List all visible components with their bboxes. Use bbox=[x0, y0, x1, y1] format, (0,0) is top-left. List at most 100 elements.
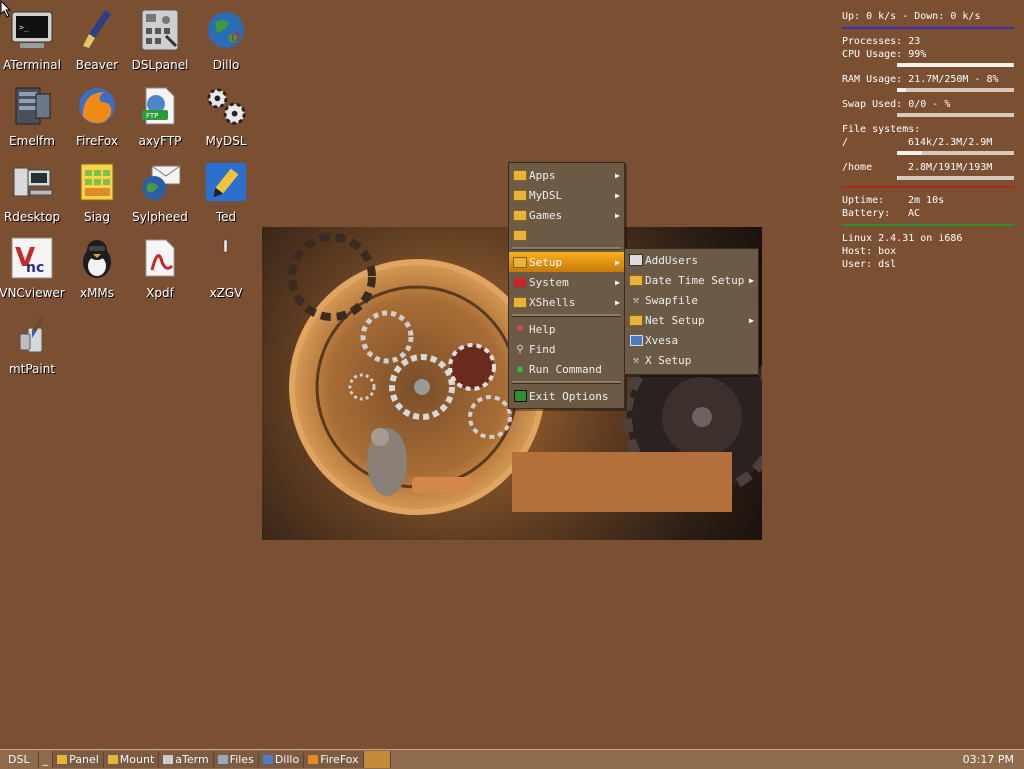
fs-divider bbox=[842, 186, 1014, 188]
submenu-arrow-icon: ▶ bbox=[615, 257, 620, 267]
submenu-item-net-setup[interactable]: Net Setup ▶ bbox=[625, 310, 758, 330]
battery-label: Battery: bbox=[842, 208, 891, 219]
files-icon bbox=[217, 755, 228, 764]
menu-item-apps[interactable]: Apps ▶ bbox=[509, 165, 624, 185]
desktop-icon-dillo[interactable]: d Dillo bbox=[188, 2, 264, 76]
submenu-arrow-icon: ▶ bbox=[615, 277, 620, 287]
svg-text:FTP: FTP bbox=[146, 112, 158, 120]
desktop-icon-mtpaint[interactable]: mtPaint bbox=[0, 306, 70, 380]
user-info: User: dsl bbox=[842, 259, 897, 270]
folder-icon bbox=[629, 314, 643, 326]
task-aterm[interactable]: aTerm bbox=[159, 751, 214, 768]
menu-item-games[interactable]: Games ▶ bbox=[509, 205, 624, 225]
desktop-icon-dslpanel[interactable]: DSLpanel bbox=[122, 2, 198, 76]
menu-separator bbox=[512, 314, 621, 317]
net-divider bbox=[842, 27, 1014, 29]
folder-icon bbox=[629, 274, 643, 286]
exit-icon bbox=[513, 390, 527, 402]
fs-home-label: /home bbox=[842, 162, 873, 173]
task-panel[interactable]: Panel bbox=[53, 751, 104, 768]
fs-home-value: 2.8M/191M/193M bbox=[908, 162, 993, 173]
pdf-icon bbox=[138, 236, 182, 280]
folder-icon bbox=[513, 229, 527, 241]
pager[interactable] bbox=[363, 751, 391, 768]
minimize-button[interactable]: _ bbox=[39, 751, 54, 768]
submenu-arrow-icon: ▶ bbox=[615, 297, 620, 307]
terminal-icon bbox=[163, 755, 174, 764]
monitor-icon bbox=[629, 334, 643, 346]
gears-icon bbox=[204, 84, 248, 128]
svg-text:nc: nc bbox=[26, 260, 44, 276]
firefox-icon bbox=[308, 755, 319, 764]
task-firefox[interactable]: FireFox bbox=[304, 751, 364, 768]
uptime-value: 2m 10s bbox=[908, 195, 945, 206]
folder-icon bbox=[513, 256, 527, 268]
network-speed: Up: 0 k/s - Down: 0 k/s bbox=[842, 11, 981, 22]
fs-root-label: / bbox=[842, 137, 849, 148]
mail-icon bbox=[138, 160, 182, 204]
remote-desktop-icon bbox=[10, 160, 54, 204]
info-divider bbox=[842, 224, 1014, 226]
submenu-arrow-icon: ▶ bbox=[749, 315, 754, 325]
submenu-item-xvesa[interactable]: Xvesa bbox=[625, 330, 758, 350]
control-panel-icon bbox=[138, 8, 182, 52]
submenu-item-addusers[interactable]: AddUsers bbox=[625, 250, 758, 270]
svg-text:>_: >_ bbox=[19, 23, 29, 32]
kernel-info: Linux 2.4.31 on i686 bbox=[842, 233, 963, 244]
desktop-icon-axyftp[interactable]: FTP axyFTP bbox=[122, 78, 198, 152]
submenu-item-swapfile[interactable]: ⚒ Swapfile bbox=[625, 290, 758, 310]
desktop-icon-mydsl[interactable]: MyDSL bbox=[188, 78, 264, 152]
svg-text:d: d bbox=[231, 29, 240, 45]
users-icon bbox=[629, 254, 643, 266]
cpu-usage: CPU Usage: 99% bbox=[842, 49, 927, 60]
submenu-item-date-time-setup[interactable]: Date Time Setup ▶ bbox=[625, 270, 758, 290]
menu-item-system[interactable]: System ▶ bbox=[509, 272, 624, 292]
penguin-icon bbox=[75, 236, 119, 280]
mount-icon bbox=[107, 755, 118, 764]
root-menu: Apps ▶ MyDSL ▶ Games ▶ Setup ▶ System ▶ XShel… bbox=[508, 162, 625, 409]
file-manager-icon bbox=[10, 84, 54, 128]
swap-usage: Swap Used: 0/0 - % bbox=[842, 99, 951, 110]
task-mount[interactable]: Mount bbox=[103, 751, 160, 768]
desktop-icon-ted[interactable]: Ted bbox=[188, 154, 264, 228]
folder-icon bbox=[513, 169, 527, 181]
processes-count: Processes: 23 bbox=[842, 36, 921, 47]
panel-icon bbox=[57, 755, 68, 764]
menu-item-setup[interactable]: Setup ▶ bbox=[509, 252, 624, 272]
ftp-icon: FTP bbox=[138, 84, 182, 128]
submenu-item-x-setup[interactable]: ⚒ X Setup bbox=[625, 350, 758, 370]
paintbrush-icon bbox=[75, 8, 119, 52]
paint-icon bbox=[10, 312, 54, 356]
find-icon: ⚲ bbox=[516, 343, 524, 355]
tool-icon: ⚒ bbox=[632, 294, 640, 306]
swap-usage-bar bbox=[897, 113, 1014, 117]
firefox-icon bbox=[75, 84, 119, 128]
uptime-label: Uptime: bbox=[842, 195, 885, 206]
desktop-icon-sylpheed[interactable]: Sylpheed bbox=[122, 154, 198, 228]
start-button[interactable]: DSL bbox=[0, 751, 39, 768]
clock: 03:17 PM bbox=[962, 753, 1014, 766]
menu-item-help[interactable]: ♥ Help bbox=[509, 319, 624, 339]
spreadsheet-icon bbox=[75, 160, 119, 204]
submenu-arrow-icon: ▶ bbox=[749, 275, 754, 285]
folder-icon bbox=[513, 189, 527, 201]
folder-icon bbox=[513, 296, 527, 308]
menu-item-exit-options[interactable]: Exit Options bbox=[509, 386, 624, 406]
menu-item-blank[interactable] bbox=[509, 225, 624, 245]
filesystems-title: File systems: bbox=[842, 124, 921, 135]
menu-item-find[interactable]: ⚲ Find bbox=[509, 339, 624, 359]
run-icon: ● bbox=[516, 363, 524, 375]
menu-item-run-command[interactable]: ● Run Command bbox=[509, 359, 624, 379]
submenu-arrow-icon: ▶ bbox=[615, 170, 620, 180]
task-dillo[interactable]: Dillo bbox=[258, 751, 305, 768]
globe-icon: d bbox=[204, 8, 248, 52]
help-icon: ♥ bbox=[516, 323, 524, 335]
vnc-icon: Vnc bbox=[10, 236, 54, 280]
task-files[interactable]: Files bbox=[213, 751, 259, 768]
globe-icon bbox=[262, 755, 273, 764]
menu-item-xshells[interactable]: XShells ▶ bbox=[509, 292, 624, 312]
desktop-icon-xzgv[interactable]: xZGV bbox=[188, 230, 264, 304]
fs-home-bar bbox=[897, 176, 1014, 180]
menu-item-mydsl[interactable]: MyDSL ▶ bbox=[509, 185, 624, 205]
desktop-icon-xpdf[interactable]: Xpdf bbox=[122, 230, 198, 304]
